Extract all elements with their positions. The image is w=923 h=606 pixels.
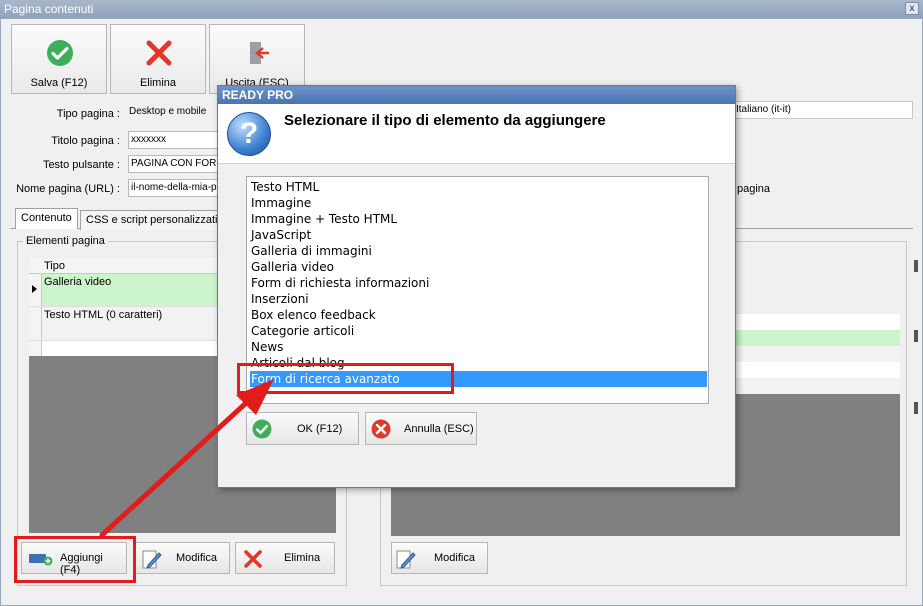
annotation-arrow [99,379,274,538]
